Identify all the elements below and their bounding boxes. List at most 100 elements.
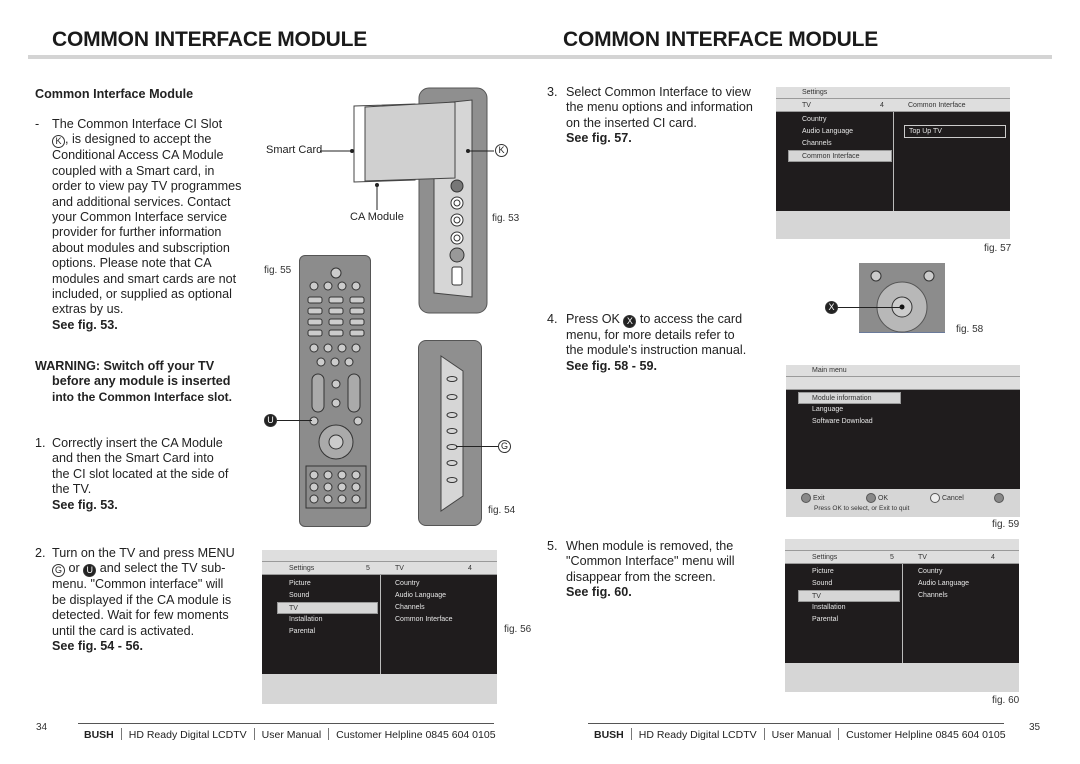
osd-menu-item[interactable]: Parental: [812, 616, 838, 623]
osd-submenu-item[interactable]: Country: [395, 580, 420, 587]
osd-menu-item[interactable]: Parental: [289, 628, 315, 635]
osd-submenu-item[interactable]: Audio Language: [395, 592, 446, 599]
intro-line: extras by us.: [52, 302, 124, 317]
osd-submenu-item[interactable]: Channels: [918, 592, 948, 599]
osd-menu-item[interactable]: Audio Language: [802, 128, 853, 135]
osd-body: Country Audio Language Channels Common I…: [776, 112, 1010, 211]
osd-menu-item-selected[interactable]: TV: [798, 590, 900, 602]
step-line: the CI slot located at the side of: [52, 466, 229, 481]
step-1: Correctly insert the CA Module and then …: [52, 436, 252, 513]
side-buttons: [440, 355, 464, 512]
osd-divider: [902, 564, 903, 663]
osd-menu-item[interactable]: Country: [802, 116, 827, 123]
remote-buttons: [305, 267, 367, 509]
osd-menu-item[interactable]: Channels: [802, 140, 832, 147]
step-line: "Common Interface" menu will: [566, 554, 735, 569]
intro-line: included, or supplied as optional: [52, 287, 232, 302]
step-line: the module's instruction manual.: [566, 343, 747, 358]
osd-submenu-item[interactable]: Audio Language: [918, 580, 969, 587]
fig-55-label: fig. 55: [264, 265, 292, 276]
footer-separator: [763, 728, 765, 740]
warning-line: before any module is inserted: [52, 374, 231, 389]
osd-menu-item-selected[interactable]: Module information: [798, 392, 901, 404]
ok-x-marker-icon: X: [825, 301, 838, 314]
intro-line: K, is designed to accept the: [52, 132, 252, 149]
fig-56-label: fig. 56: [504, 624, 532, 635]
step-line: G or U and select the TV sub-: [52, 561, 252, 578]
osd-submenu-item[interactable]: Channels: [395, 604, 425, 611]
footer-product: HD Ready Digital LCDTV: [128, 729, 247, 741]
osd-ci-provider-item[interactable]: Top Up TV: [904, 125, 1006, 138]
footer-product: HD Ready Digital LCDTV: [638, 729, 757, 741]
step-line: the TV.: [52, 482, 92, 497]
step-see-fig: See fig. 53.: [52, 497, 118, 512]
osd-menu-item[interactable]: Sound: [812, 580, 832, 587]
slot-k-marker-icon: K: [52, 135, 65, 149]
osd-menu-item[interactable]: Language: [812, 406, 843, 413]
osd-menu-item-selected[interactable]: Common Interface: [788, 150, 892, 162]
fig-56-osd-menu: Settings 5 TV 4 Picture Sound TV Install…: [262, 550, 497, 704]
osd-left-count: 5: [890, 554, 894, 561]
right-page-title: COMMON INTERFACE MODULE: [563, 28, 879, 51]
intro-line: Conditional Access CA Module: [52, 148, 224, 163]
osd-footer: [785, 663, 1019, 692]
osd-footer: [262, 674, 497, 704]
cancel-button[interactable]: Cancel: [930, 493, 964, 503]
white-button-icon: [930, 493, 940, 503]
footer-separator: [838, 728, 840, 740]
grey-button-icon[interactable]: [994, 493, 1004, 503]
osd-top-header: Settings: [802, 89, 828, 96]
ok-button[interactable]: OK: [866, 493, 888, 503]
osd-menu-item-selected[interactable]: TV: [277, 602, 378, 614]
fig-58-remote-detail: [859, 263, 945, 333]
osd-main-menu-header: Main menu: [812, 367, 847, 374]
footer-brand: BUSH: [84, 729, 114, 741]
step-see-fig: See fig. 54 - 56.: [52, 639, 143, 654]
intro-line: provider for further information: [52, 225, 222, 240]
right-page-number: 35: [1029, 722, 1041, 733]
ok-leader-line: [837, 307, 902, 308]
warning-block: WARNING: Switch off your TV before any m…: [35, 359, 255, 405]
fig-54-tv-side: [418, 340, 482, 526]
ok-x-marker-icon: X: [623, 315, 637, 328]
intro-line: and additional services. Contact: [52, 194, 231, 209]
osd-menu-item[interactable]: Picture: [812, 568, 834, 575]
menu-u-marker-icon: U: [83, 564, 97, 578]
osd-body: Module information Language Software Dow…: [786, 390, 1020, 489]
osd-menu-item[interactable]: Software Download: [812, 418, 873, 425]
menu-g-marker-icon: G: [52, 564, 65, 578]
intro-line: your Common Interface service: [52, 210, 227, 225]
osd-submenu-item[interactable]: Country: [918, 568, 943, 575]
warning-line: into the Common Interface slot.: [52, 389, 233, 404]
step-4-number: 4.: [547, 312, 558, 326]
osd-left-count: 5: [366, 565, 370, 572]
intro-line: modules and smart cards are not: [52, 271, 237, 286]
fig-55-remote: [299, 255, 371, 527]
osd-footer: Exit OK Cancel Press OK to select, or Ex…: [786, 489, 1020, 517]
left-footer-rule: [78, 723, 494, 724]
step-line: the menu options and information: [566, 100, 753, 115]
step-line: menu. "Common interface" will: [52, 577, 224, 592]
osd-menu-item[interactable]: Installation: [289, 616, 322, 623]
step-line: detected. Wait for few moments: [52, 608, 229, 623]
step-see-fig: See fig. 60.: [566, 585, 632, 600]
osd-menu-item[interactable]: Picture: [289, 580, 311, 587]
osd-menu-item[interactable]: Installation: [812, 604, 845, 611]
exit-button[interactable]: Exit: [801, 493, 825, 503]
step-line: until the card is activated.: [52, 623, 195, 638]
grey-button-icon: [801, 493, 811, 503]
intro-see-fig: See fig. 53.: [52, 317, 118, 332]
step-line: When module is removed, the: [566, 539, 734, 553]
right-title-rule: [540, 55, 1052, 59]
footer-doc: User Manual: [771, 729, 832, 741]
footer-brand: BUSH: [594, 729, 624, 741]
footer-helpline: Customer Helpline 0845 604 0105: [846, 729, 1006, 741]
osd-right-count: 4: [468, 565, 472, 572]
footer-separator: [253, 728, 255, 740]
osd-divider: [893, 112, 894, 211]
osd-menu-item[interactable]: Sound: [289, 592, 309, 599]
step-line: Correctly insert the CA Module: [52, 436, 223, 450]
osd-submenu-item[interactable]: Common Interface: [395, 616, 453, 623]
intro-line: The Common Interface CI Slot: [52, 117, 223, 131]
osd-body: Picture Sound TV Installation Parental C…: [785, 564, 1019, 663]
